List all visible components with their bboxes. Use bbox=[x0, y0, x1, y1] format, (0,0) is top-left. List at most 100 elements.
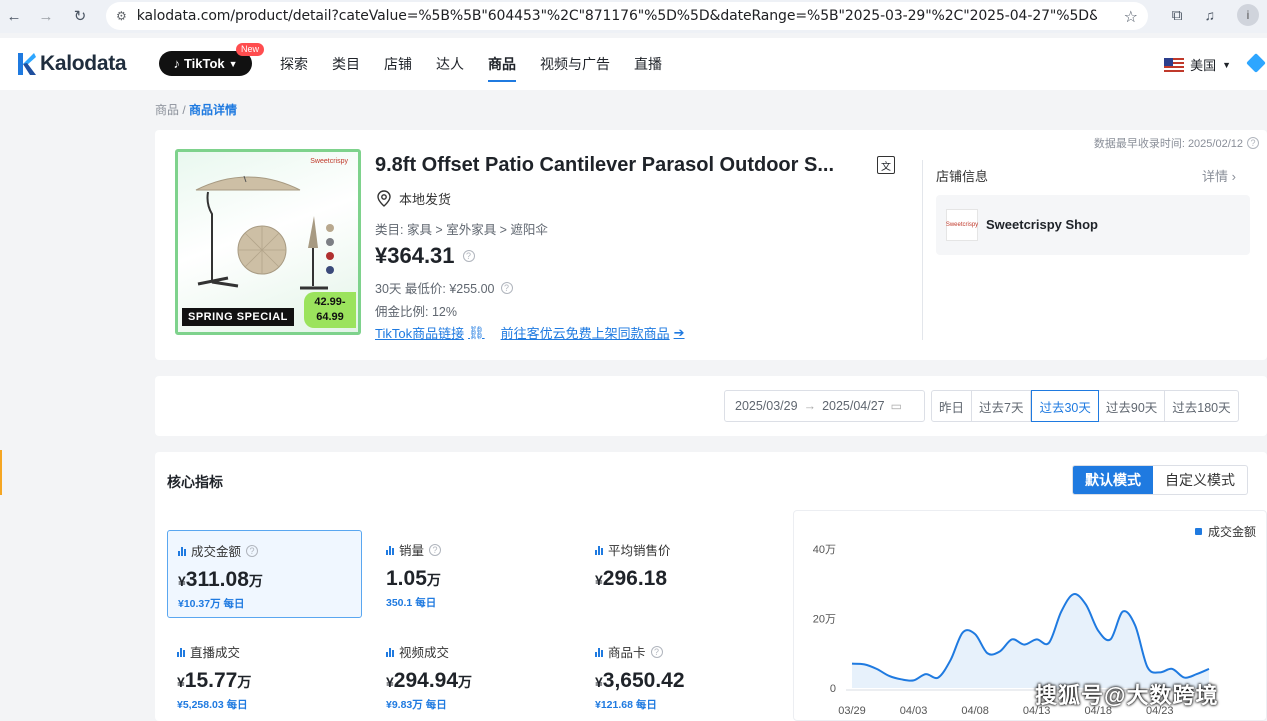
store-name: Sweetcrispy Shop bbox=[986, 217, 1098, 232]
chevron-right-icon: › bbox=[1231, 169, 1236, 184]
store-logo: Sweetcrispy bbox=[946, 209, 978, 241]
metric-label-row: 商品卡? bbox=[595, 642, 770, 661]
chart-legend[interactable]: 成交金额 bbox=[1194, 523, 1256, 540]
site-info-icon[interactable]: ⚙ bbox=[116, 9, 127, 23]
translate-icon[interactable]: 文 bbox=[877, 156, 895, 174]
metrics-title: 核心指标 bbox=[167, 474, 223, 490]
profile-avatar[interactable]: i bbox=[1237, 4, 1259, 26]
y-tick-label: 0 bbox=[830, 683, 836, 695]
x-tick-label: 04/03 bbox=[900, 705, 928, 717]
help-icon[interactable]: ? bbox=[429, 543, 442, 556]
store-detail-link[interactable]: 详情 › bbox=[1202, 166, 1236, 185]
metric-avg-price[interactable]: 平均销售价 ¥296.18 bbox=[585, 530, 780, 618]
x-tick-label: 04/08 bbox=[961, 705, 989, 717]
bar-chart-icon bbox=[386, 647, 394, 657]
nav-video-ads[interactable]: 视频与广告 bbox=[540, 38, 610, 90]
address-bar[interactable]: ⚙ kalodata.com/product/detail?cateValue=… bbox=[106, 2, 1148, 30]
range-tab-30d[interactable]: 过去30天 bbox=[1031, 390, 1099, 422]
mode-tabs: 默认模式 自定义模式 bbox=[1072, 465, 1248, 495]
metric-label-row: 平均销售价 bbox=[595, 540, 770, 559]
nav-creator[interactable]: 达人 bbox=[436, 38, 464, 90]
cloud-link-label: 前往客优云免费上架同款商品 bbox=[500, 326, 670, 341]
metric-number: 294.94 bbox=[393, 669, 459, 692]
shipping-label: 本地发货 bbox=[399, 192, 452, 207]
metric-currency: ¥ bbox=[178, 573, 186, 589]
breadcrumb-parent[interactable]: 商品 bbox=[155, 103, 179, 117]
metric-value: ¥15.77万 bbox=[177, 669, 352, 693]
range-tabs: 昨日 过去7天 过去30天 过去90天 过去180天 bbox=[931, 390, 1239, 422]
earliest-record-text: 数据最早收录时间: 2025/02/12 bbox=[1093, 138, 1243, 150]
metric-video[interactable]: 视频成交 ¥294.94万 ¥9.83万 每日 bbox=[376, 632, 571, 720]
divider bbox=[922, 160, 923, 340]
help-icon[interactable]: ? bbox=[1247, 137, 1259, 149]
metric-unit: 万 bbox=[237, 674, 252, 690]
forward-icon[interactable]: → bbox=[32, 2, 60, 30]
store-card[interactable]: Sweetcrispy Sweetcrispy Shop bbox=[936, 195, 1250, 255]
mode-custom[interactable]: 自定义模式 bbox=[1153, 466, 1247, 494]
tiktok-product-link[interactable]: TikTok商品链接 ⛓ bbox=[375, 323, 485, 342]
us-flag-icon bbox=[1164, 57, 1185, 72]
nav-live[interactable]: 直播 bbox=[634, 38, 662, 90]
help-icon[interactable]: ? bbox=[246, 544, 259, 557]
arrow-circle-icon: ➔ bbox=[673, 324, 685, 340]
product-image[interactable]: Sweetcrispy SPRING SPECIAL 42.99- 64.99 bbox=[175, 149, 361, 335]
shipping-info: 本地发货 bbox=[377, 189, 451, 208]
diamond-icon[interactable] bbox=[1246, 53, 1266, 73]
product-links: TikTok商品链接 ⛓ 前往客优云免费上架同款商品 ➔ bbox=[375, 323, 685, 342]
metric-daily: ¥9.83万 每日 bbox=[386, 699, 447, 711]
commission-rate: 佣金比例: 12% bbox=[375, 305, 457, 319]
range-tab-180d[interactable]: 过去180天 bbox=[1165, 391, 1237, 421]
reload-icon[interactable]: ↻ bbox=[66, 2, 94, 30]
nav-category[interactable]: 类目 bbox=[332, 38, 360, 90]
cloud-listing-link[interactable]: 前往客优云免费上架同款商品 ➔ bbox=[501, 323, 685, 342]
metric-label-row: 成交金额? bbox=[178, 541, 351, 560]
metric-daily: ¥121.68 每日 bbox=[595, 699, 657, 711]
y-tick-label: 40万 bbox=[813, 544, 836, 556]
browser-toolbar: ← → ↻ ⚙ kalodata.com/product/detail?cate… bbox=[0, 0, 1267, 33]
metric-currency: ¥ bbox=[386, 674, 394, 690]
metric-number: 15.77 bbox=[184, 669, 238, 692]
date-end: 2025/04/27 bbox=[822, 399, 885, 413]
help-icon[interactable]: ? bbox=[462, 250, 475, 262]
metric-label: 商品卡 bbox=[608, 646, 646, 660]
new-badge: New bbox=[236, 43, 265, 56]
region-selector[interactable]: 美国 ▼ bbox=[1164, 55, 1231, 74]
metric-product-card[interactable]: 商品卡? ¥3,650.42 ¥121.68 每日 bbox=[585, 632, 780, 720]
store-detail-label: 详情 bbox=[1202, 169, 1229, 184]
nav-shop[interactable]: 店铺 bbox=[384, 38, 412, 90]
range-tab-7d[interactable]: 过去7天 bbox=[972, 391, 1032, 421]
mode-default[interactable]: 默认模式 bbox=[1073, 466, 1153, 494]
metric-label-row: 视频成交 bbox=[386, 642, 561, 661]
side-marker bbox=[0, 450, 2, 495]
metric-daily: ¥5,258.03 每日 bbox=[177, 699, 248, 711]
kalodata-logo[interactable]: Kalodata bbox=[18, 52, 127, 76]
range-tab-yesterday[interactable]: 昨日 bbox=[932, 391, 973, 421]
store-section-label: 店铺信息 bbox=[936, 169, 989, 184]
price-sticker: 42.99- 64.99 bbox=[304, 292, 356, 328]
metric-units[interactable]: 销量? 1.05万 350.1 每日 bbox=[376, 530, 571, 618]
media-icon[interactable]: ♫ bbox=[1205, 7, 1216, 23]
metric-value: ¥294.94万 bbox=[386, 669, 561, 693]
range-tab-90d[interactable]: 过去90天 bbox=[1099, 391, 1166, 421]
help-icon[interactable]: ? bbox=[500, 281, 513, 294]
nav-product[interactable]: 商品 bbox=[488, 38, 516, 90]
legend-swatch bbox=[1194, 528, 1202, 535]
calendar-icon: ▭ bbox=[890, 399, 902, 413]
metric-currency: ¥ bbox=[177, 674, 185, 690]
breadcrumb-separator: / bbox=[182, 103, 186, 117]
nav-explore[interactable]: 探索 bbox=[280, 38, 308, 90]
metric-currency: ¥ bbox=[595, 572, 603, 588]
date-filter-card: 2025/03/29 → 2025/04/27 ▭ 昨日 过去7天 过去30天 … bbox=[155, 376, 1267, 436]
bar-chart-icon bbox=[386, 545, 394, 555]
help-icon[interactable]: ? bbox=[650, 645, 663, 658]
url-text: kalodata.com/product/detail?cateValue=%5… bbox=[136, 8, 1097, 24]
date-range-picker[interactable]: 2025/03/29 → 2025/04/27 ▭ bbox=[724, 390, 925, 422]
metric-live[interactable]: 直播成交 ¥15.77万 ¥5,258.03 每日 bbox=[167, 632, 362, 720]
extensions-icon[interactable]: ⧉ bbox=[1172, 7, 1183, 24]
logo-text: Kalodata bbox=[40, 52, 127, 75]
metric-unit: 万 bbox=[426, 572, 441, 588]
metric-gmv[interactable]: 成交金额? ¥311.08万 ¥10.37万 每日 bbox=[167, 530, 362, 618]
back-icon[interactable]: ← bbox=[0, 2, 28, 30]
metric-daily: ¥10.37万 每日 bbox=[178, 598, 245, 610]
bookmark-star-icon[interactable]: ☆ bbox=[1124, 7, 1138, 27]
